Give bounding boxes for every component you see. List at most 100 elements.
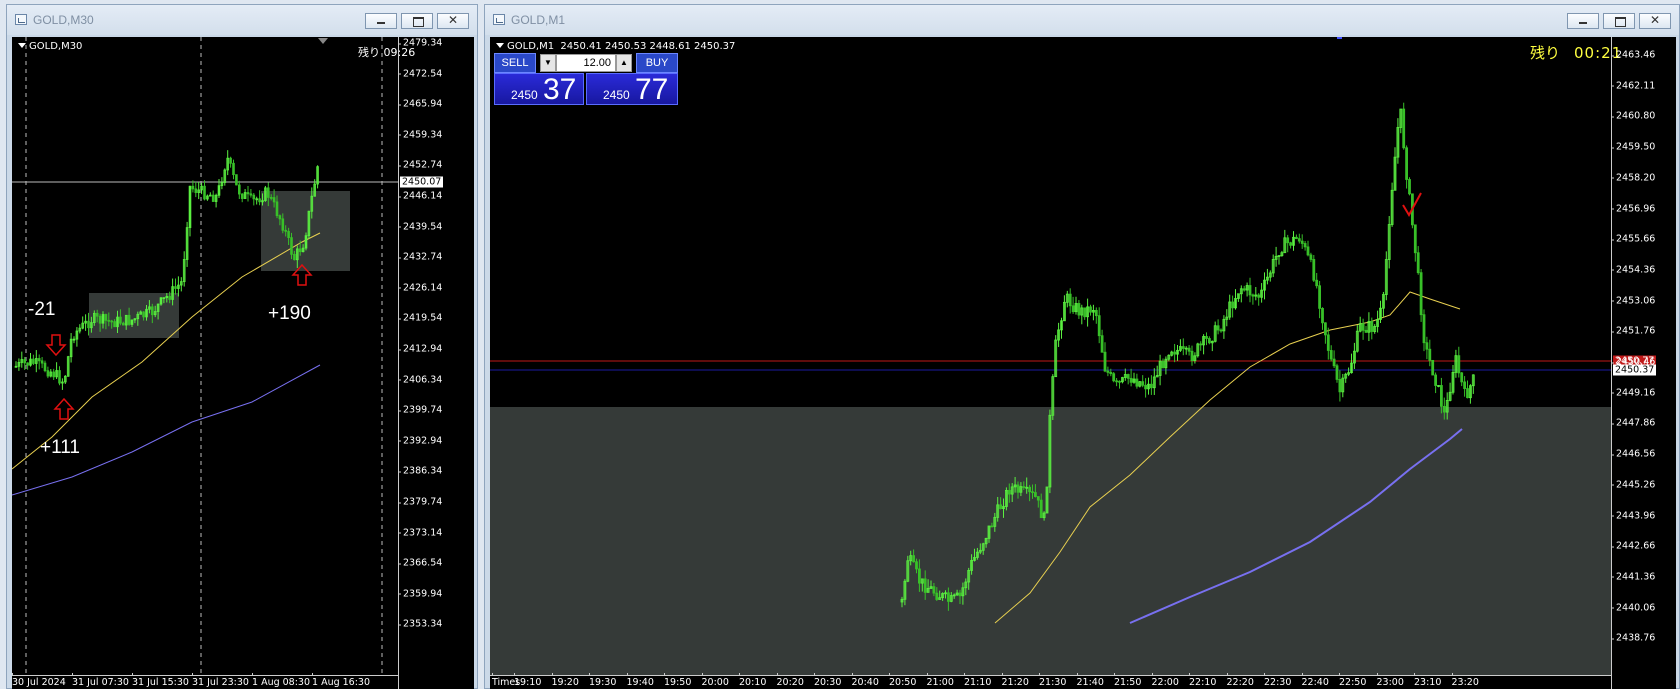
candle-body [235,174,238,186]
time-tick-label: 20:10 [739,673,767,688]
price-chart-area[interactable]: GOLD,M1 2450.41 2450.53 2448.61 2450.37 … [490,37,1676,689]
candle-body [293,253,296,261]
candle-body [1103,351,1107,372]
candle-body [1286,237,1290,244]
candle-body [174,286,177,289]
timer-label: 残り [358,46,380,59]
candle-body [298,248,302,253]
candle-body [923,578,927,593]
time-tick-label: 22:00 [1151,673,1179,688]
candle-body [1100,335,1104,353]
candle-body [150,306,154,316]
price-tick-label: 2479.34 [397,37,443,49]
time-tick-label: 30 Jul 2024 [12,673,66,688]
candle-body [203,185,206,200]
candle-body [246,192,250,195]
maximize-button[interactable] [401,13,433,29]
buy-price-button[interactable]: 2450 77 [586,73,678,106]
price-tick-label: 2373.14 [397,527,443,539]
moving-average-slow [12,364,321,496]
candle-body [1457,355,1461,374]
candle-body [1422,314,1426,344]
window-title: GOLD,M1 [511,13,566,27]
candle-body [107,319,111,322]
candle-body [1231,301,1234,309]
time-tick-label: 21:10 [964,673,992,688]
sell-price-button[interactable]: 2450 37 [494,73,584,106]
price-axis[interactable]: 2450.07 2479.34 2472.54 2465.94 2459.34 2452… [397,37,474,689]
dropdown-triangle-icon [18,43,26,48]
candle-body [290,237,293,255]
symbol-label[interactable]: GOLD,M30 [18,41,82,52]
lot-decrease-button[interactable]: ▼ [540,54,556,72]
candle-body [1089,306,1092,313]
candle-body [932,586,936,594]
candle-body [37,358,41,362]
title-bar[interactable]: GOLD,M1 [485,5,1679,35]
candle-body [1428,348,1432,361]
candle-body [1199,343,1203,346]
candle-body [999,504,1003,510]
price-tick-label: 2379.74 [397,496,443,508]
chart-window-gold-m1[interactable]: GOLD,M1 GOLD,M1 2450.41 2450.53 2448.61 … [484,4,1680,689]
symbol-label[interactable]: GOLD,M1 2450.41 2450.53 2448.61 2450.37 [496,41,735,52]
candle-body [269,197,273,199]
candle-body [1173,351,1176,355]
candle-body [281,218,285,231]
ohlc-values: 2450.41 2450.53 2448.61 2450.37 [560,41,736,52]
current-price-tag: 2450.07 [400,176,444,188]
candle-body [1109,371,1113,375]
time-tick-label: 19:20 [551,673,579,688]
chart-window-gold-m30[interactable]: GOLD,M30 GOLD,M30 残り 09:26 -21 +111 +190… [6,4,478,689]
candle-body [275,201,279,217]
candle-body [1068,293,1072,307]
symbol-text: GOLD,M30 [29,41,83,52]
time-tick-label: 22:40 [1301,673,1329,688]
candle-body [1187,347,1191,352]
price-tick-label: 2432.74 [397,251,443,263]
price-tick-label: 2451.76 [1610,325,1656,337]
price-tick-label: 2359.94 [397,588,443,600]
lot-size-input[interactable] [556,54,616,72]
candle-body [1289,242,1292,246]
candle-body [104,314,108,321]
time-tick-label: 19:50 [664,673,692,688]
candle-body [52,371,55,378]
candle-body [1312,259,1316,281]
price-tick-label: 2426.14 [397,282,443,294]
close-button[interactable] [1639,13,1671,29]
price-chart-area[interactable]: GOLD,M30 残り 09:26 -21 +111 +190 2450.07 … [12,37,474,689]
price-axis[interactable]: 2450.77 2450.37 2463.46 2462.11 2460.80 245… [1610,37,1676,689]
buy-button[interactable]: BUY [636,53,678,73]
time-tick-label: 1 Aug 16:30 [312,673,371,688]
time-tick-label: 21:40 [1076,673,1104,688]
candle-body [127,314,131,325]
minimize-button[interactable] [365,13,397,29]
time-axis[interactable]: 30 Jul 2024 31 Jul 07:30 31 Jul 15:30 31 Ju… [12,673,398,689]
time-tick-label: 21:50 [1114,673,1142,688]
title-bar[interactable]: GOLD,M30 [7,5,477,35]
sell-button[interactable]: SELL [494,53,536,73]
candle-body [1248,285,1252,296]
time-tick-label: 21:00 [926,673,954,688]
candle-body [946,592,950,602]
candle-body [110,320,114,323]
time-axis[interactable]: Times 19:10 19:20 19:30 19:40 19:50 20:00 20:1… [490,673,1611,689]
maximize-button[interactable] [1603,13,1635,29]
candle-body [1031,491,1034,494]
candle-body [1321,307,1324,324]
annotation-plus-big: +190 [268,303,311,324]
time-tick-label: 20:30 [814,673,842,688]
close-button[interactable] [437,13,469,29]
price-tick-label: 2449.16 [1610,387,1656,399]
price-tick-label: 2463.46 [1610,49,1656,61]
minimize-button[interactable] [1567,13,1599,29]
candle-body [1306,246,1310,256]
candle-body [1326,334,1330,351]
lot-increase-button[interactable]: ▲ [616,54,632,72]
price-tick-label: 2450.46 [1610,356,1656,368]
candle-body [240,193,244,199]
candle-body [1118,380,1121,383]
time-tick-label: 20:50 [889,673,917,688]
candle-body [1112,373,1116,382]
